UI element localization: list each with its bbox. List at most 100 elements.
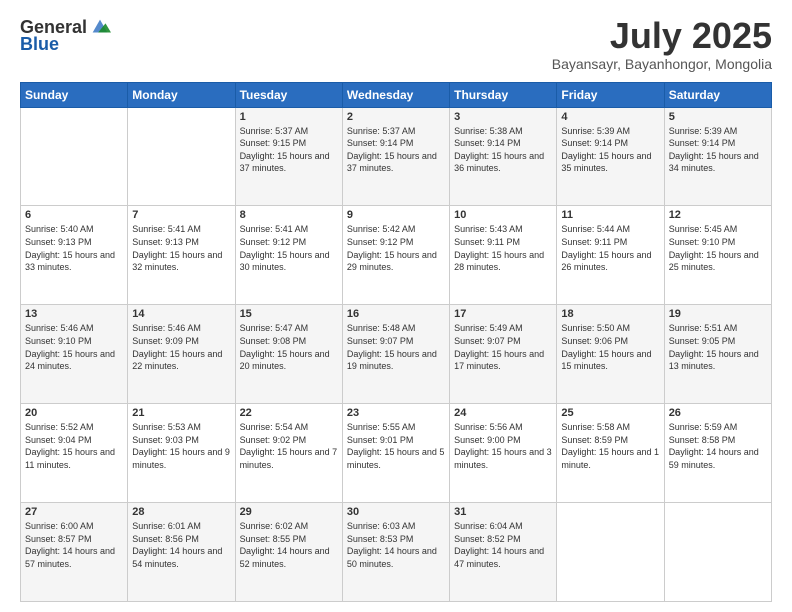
week-row-2: 6Sunrise: 5:40 AM Sunset: 9:13 PM Daylig… xyxy=(21,206,772,305)
calendar-cell: 4 Sunrise: 5:39 AM Sunset: 9:14 PM Daylig… xyxy=(557,107,664,206)
calendar-table: SundayMondayTuesdayWednesdayThursdayFrid… xyxy=(20,82,772,602)
day-number: 9 xyxy=(347,209,445,221)
cell-content: Sunrise: 5:49 AM Sunset: 9:07 PM Dayligh… xyxy=(454,322,552,372)
calendar-cell: 19 Sunrise: 5:51 AM Sunset: 9:05 PM Dayli… xyxy=(664,305,771,404)
calendar-cell: 16 Sunrise: 5:48 AM Sunset: 9:07 PM Dayli… xyxy=(342,305,449,404)
calendar-cell: 22 Sunrise: 5:54 AM Sunset: 9:02 PM Dayli… xyxy=(235,404,342,503)
calendar-cell: 14 Sunrise: 5:46 AM Sunset: 9:09 PM Dayli… xyxy=(128,305,235,404)
cell-content: Sunrise: 6:04 AM Sunset: 8:52 PM Dayligh… xyxy=(454,520,552,570)
day-number: 1 xyxy=(240,111,338,123)
day-number: 20 xyxy=(25,407,123,419)
cell-content: Sunrise: 5:51 AM Sunset: 9:05 PM Dayligh… xyxy=(669,322,767,372)
cell-content: Sunrise: 5:56 AM Sunset: 9:00 PM Dayligh… xyxy=(454,421,552,471)
cell-content: Sunrise: 6:02 AM Sunset: 8:55 PM Dayligh… xyxy=(240,520,338,570)
calendar-cell: 12Sunrise: 5:45 AM Sunset: 9:10 PM Dayli… xyxy=(664,206,771,305)
calendar-cell xyxy=(21,107,128,206)
cell-content: Sunrise: 6:00 AM Sunset: 8:57 PM Dayligh… xyxy=(25,520,123,570)
day-number: 8 xyxy=(240,209,338,221)
day-number: 15 xyxy=(240,308,338,320)
weekday-header-wednesday: Wednesday xyxy=(342,82,449,107)
weekday-header-row: SundayMondayTuesdayWednesdayThursdayFrid… xyxy=(21,82,772,107)
day-number: 29 xyxy=(240,506,338,518)
calendar-cell: 3 Sunrise: 5:38 AM Sunset: 9:14 PM Daylig… xyxy=(450,107,557,206)
logo: General Blue xyxy=(20,16,111,55)
calendar-cell: 11 Sunrise: 5:44 AM Sunset: 9:11 PM Dayli… xyxy=(557,206,664,305)
cell-content: Sunrise: 5:52 AM Sunset: 9:04 PM Dayligh… xyxy=(25,421,123,471)
cell-content: Sunrise: 5:45 AM Sunset: 9:10 PM Dayligh… xyxy=(669,223,767,273)
calendar-cell xyxy=(128,107,235,206)
day-number: 19 xyxy=(669,308,767,320)
day-number: 25 xyxy=(561,407,659,419)
day-number: 11 xyxy=(561,209,659,221)
cell-content: Sunrise: 5:41 AM Sunset: 9:12 PM Dayligh… xyxy=(240,223,338,273)
cell-content: Sunrise: 5:46 AM Sunset: 9:09 PM Dayligh… xyxy=(132,322,230,372)
day-number: 28 xyxy=(132,506,230,518)
calendar-cell: 30Sunrise: 6:03 AM Sunset: 8:53 PM Dayli… xyxy=(342,503,449,602)
calendar-cell: 29 Sunrise: 6:02 AM Sunset: 8:55 PM Dayli… xyxy=(235,503,342,602)
cell-content: Sunrise: 5:54 AM Sunset: 9:02 PM Dayligh… xyxy=(240,421,338,471)
day-number: 10 xyxy=(454,209,552,221)
logo-blue: Blue xyxy=(20,34,59,55)
title-section: July 2025 Bayansayr, Bayanhongor, Mongol… xyxy=(552,16,772,72)
cell-content: Sunrise: 5:39 AM Sunset: 9:14 PM Dayligh… xyxy=(669,125,767,175)
day-number: 18 xyxy=(561,308,659,320)
calendar-cell: 28 Sunrise: 6:01 AM Sunset: 8:56 PM Dayli… xyxy=(128,503,235,602)
weekday-header-monday: Monday xyxy=(128,82,235,107)
calendar-cell: 21 Sunrise: 5:53 AM Sunset: 9:03 PM Dayli… xyxy=(128,404,235,503)
calendar-cell: 1 Sunrise: 5:37 AM Sunset: 9:15 PM Daylig… xyxy=(235,107,342,206)
calendar-cell: 9 Sunrise: 5:42 AM Sunset: 9:12 PM Daylig… xyxy=(342,206,449,305)
cell-content: Sunrise: 5:44 AM Sunset: 9:11 PM Dayligh… xyxy=(561,223,659,273)
calendar-cell: 6Sunrise: 5:40 AM Sunset: 9:13 PM Daylig… xyxy=(21,206,128,305)
day-number: 24 xyxy=(454,407,552,419)
cell-content: Sunrise: 5:38 AM Sunset: 9:14 PM Dayligh… xyxy=(454,125,552,175)
day-number: 3 xyxy=(454,111,552,123)
calendar-cell: 15 Sunrise: 5:47 AM Sunset: 9:08 PM Dayli… xyxy=(235,305,342,404)
calendar-cell: 10 Sunrise: 5:43 AM Sunset: 9:11 PM Dayli… xyxy=(450,206,557,305)
main-title: July 2025 xyxy=(552,16,772,56)
cell-content: Sunrise: 5:40 AM Sunset: 9:13 PM Dayligh… xyxy=(25,223,123,273)
cell-content: Sunrise: 5:41 AM Sunset: 9:13 PM Dayligh… xyxy=(132,223,230,273)
cell-content: Sunrise: 5:43 AM Sunset: 9:11 PM Dayligh… xyxy=(454,223,552,273)
calendar-cell: 5 Sunrise: 5:39 AM Sunset: 9:14 PM Daylig… xyxy=(664,107,771,206)
day-number: 4 xyxy=(561,111,659,123)
calendar-cell: 17 Sunrise: 5:49 AM Sunset: 9:07 PM Dayli… xyxy=(450,305,557,404)
week-row-4: 20 Sunrise: 5:52 AM Sunset: 9:04 PM Dayli… xyxy=(21,404,772,503)
day-number: 22 xyxy=(240,407,338,419)
cell-content: Sunrise: 6:01 AM Sunset: 8:56 PM Dayligh… xyxy=(132,520,230,570)
calendar-cell: 26Sunrise: 5:59 AM Sunset: 8:58 PM Dayli… xyxy=(664,404,771,503)
day-number: 2 xyxy=(347,111,445,123)
day-number: 16 xyxy=(347,308,445,320)
cell-content: Sunrise: 5:46 AM Sunset: 9:10 PM Dayligh… xyxy=(25,322,123,372)
calendar-cell: 24 Sunrise: 5:56 AM Sunset: 9:00 PM Dayli… xyxy=(450,404,557,503)
calendar-cell: 2Sunrise: 5:37 AM Sunset: 9:14 PM Daylig… xyxy=(342,107,449,206)
day-number: 23 xyxy=(347,407,445,419)
weekday-header-sunday: Sunday xyxy=(21,82,128,107)
cell-content: Sunrise: 5:48 AM Sunset: 9:07 PM Dayligh… xyxy=(347,322,445,372)
calendar-cell: 23Sunrise: 5:55 AM Sunset: 9:01 PM Dayli… xyxy=(342,404,449,503)
calendar-cell: 25 Sunrise: 5:58 AM Sunset: 8:59 PM Dayli… xyxy=(557,404,664,503)
cell-content: Sunrise: 5:39 AM Sunset: 9:14 PM Dayligh… xyxy=(561,125,659,175)
cell-content: Sunrise: 5:42 AM Sunset: 9:12 PM Dayligh… xyxy=(347,223,445,273)
cell-content: Sunrise: 5:53 AM Sunset: 9:03 PM Dayligh… xyxy=(132,421,230,471)
header: General Blue July 2025 Bayansayr, Bayanh… xyxy=(20,16,772,72)
day-number: 30 xyxy=(347,506,445,518)
day-number: 7 xyxy=(132,209,230,221)
day-number: 21 xyxy=(132,407,230,419)
day-number: 26 xyxy=(669,407,767,419)
day-number: 14 xyxy=(132,308,230,320)
day-number: 27 xyxy=(25,506,123,518)
day-number: 13 xyxy=(25,308,123,320)
day-number: 31 xyxy=(454,506,552,518)
week-row-3: 13 Sunrise: 5:46 AM Sunset: 9:10 PM Dayli… xyxy=(21,305,772,404)
page: General Blue July 2025 Bayansayr, Bayanh… xyxy=(0,0,792,612)
day-number: 5 xyxy=(669,111,767,123)
cell-content: Sunrise: 5:37 AM Sunset: 9:15 PM Dayligh… xyxy=(240,125,338,175)
week-row-1: 1 Sunrise: 5:37 AM Sunset: 9:15 PM Daylig… xyxy=(21,107,772,206)
day-number: 17 xyxy=(454,308,552,320)
cell-content: Sunrise: 5:58 AM Sunset: 8:59 PM Dayligh… xyxy=(561,421,659,471)
cell-content: Sunrise: 5:47 AM Sunset: 9:08 PM Dayligh… xyxy=(240,322,338,372)
subtitle: Bayansayr, Bayanhongor, Mongolia xyxy=(552,56,772,72)
weekday-header-saturday: Saturday xyxy=(664,82,771,107)
calendar-cell: 31 Sunrise: 6:04 AM Sunset: 8:52 PM Dayli… xyxy=(450,503,557,602)
calendar-cell xyxy=(557,503,664,602)
